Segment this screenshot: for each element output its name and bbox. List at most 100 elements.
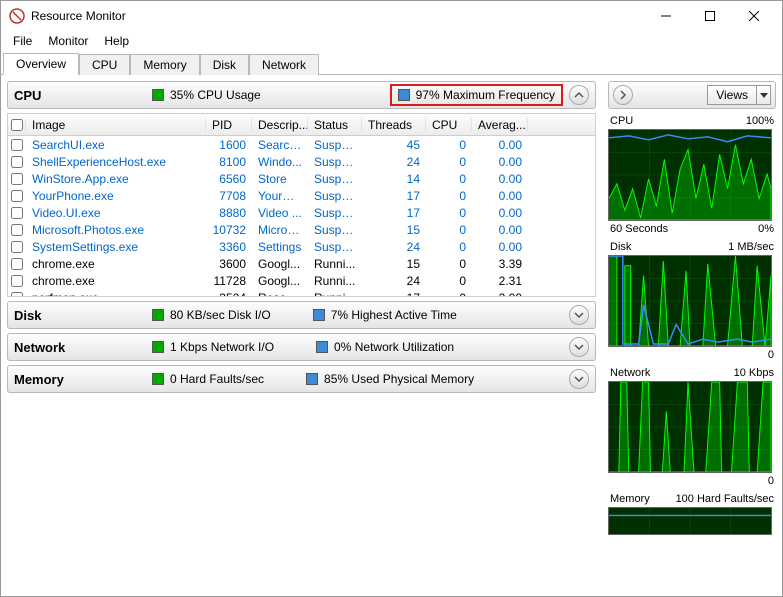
row-checkbox[interactable] (11, 292, 23, 297)
disk-expand-button[interactable] (569, 305, 589, 325)
cell-status: Suspe... (308, 189, 362, 203)
cell-desc: Windo... (252, 155, 308, 169)
row-checkbox[interactable] (11, 258, 23, 270)
col-cpu[interactable]: CPU (426, 118, 472, 132)
cell-status: Suspe... (308, 206, 362, 220)
maximize-button[interactable] (688, 2, 732, 30)
col-checkbox[interactable] (8, 119, 26, 131)
cell-avg: 0.00 (472, 240, 528, 254)
col-desc[interactable]: Descrip... (252, 118, 308, 132)
cpu-freq-swatch (398, 89, 410, 101)
views-button[interactable]: Views (707, 85, 757, 105)
cpu-freq-highlight: 97% Maximum Frequency (390, 84, 563, 106)
menu-monitor[interactable]: Monitor (40, 32, 96, 50)
cell-pid: 8880 (206, 206, 252, 220)
cell-desc: Googl... (252, 257, 308, 271)
cell-status: Suspe... (308, 223, 362, 237)
table-row[interactable]: ShellExperienceHost.exe8100Windo...Suspe… (8, 153, 595, 170)
table-row[interactable]: chrome.exe11728Googl...Runni...2402.31 (8, 272, 595, 289)
row-checkbox[interactable] (11, 275, 23, 287)
disk-active-text: 7% Highest Active Time (331, 308, 457, 322)
cell-threads: 15 (362, 257, 426, 271)
col-threads[interactable]: Threads (362, 118, 426, 132)
col-image[interactable]: Image (26, 118, 206, 132)
memory-section-bar[interactable]: Memory 0 Hard Faults/sec 85% Used Physic… (7, 365, 596, 393)
cell-cpu: 0 (426, 189, 472, 203)
graph-memory-title: Memory (610, 493, 650, 505)
graph-network-br: 0 (768, 475, 774, 487)
memory-used-text: 85% Used Physical Memory (324, 372, 474, 386)
col-pid[interactable]: PID (206, 118, 252, 132)
cell-status: Suspe... (308, 172, 362, 186)
network-section-title: Network (14, 340, 152, 355)
tab-overview[interactable]: Overview (3, 53, 79, 75)
row-checkbox[interactable] (11, 207, 23, 219)
window-title: Resource Monitor (31, 9, 644, 23)
table-row[interactable]: Microsoft.Photos.exe10732Micros...Suspe.… (8, 221, 595, 238)
cell-threads: 45 (362, 138, 426, 152)
table-row[interactable]: perfmon.exe3524Resou...Runni...1702.00 (8, 289, 595, 296)
col-avg[interactable]: Averag... (472, 118, 528, 132)
row-checkbox[interactable] (11, 139, 23, 151)
table-row[interactable]: SearchUI.exe1600Search ...Suspe...4500.0… (8, 136, 595, 153)
views-dropdown[interactable] (757, 85, 771, 105)
cell-cpu: 0 (426, 240, 472, 254)
cell-avg: 0.00 (472, 189, 528, 203)
cell-desc: Video ... (252, 206, 308, 220)
close-button[interactable] (732, 2, 776, 30)
cell-pid: 6560 (206, 172, 252, 186)
disk-io-text: 80 KB/sec Disk I/O (170, 308, 271, 322)
tab-network[interactable]: Network (249, 54, 319, 75)
cell-image: chrome.exe (26, 274, 206, 288)
menu-file[interactable]: File (5, 32, 40, 50)
table-row[interactable]: chrome.exe3600Googl...Runni...1503.39 (8, 255, 595, 272)
menu-help[interactable]: Help (96, 32, 137, 50)
disk-io-swatch (152, 309, 164, 321)
cell-desc: Store (252, 172, 308, 186)
row-checkbox[interactable] (11, 156, 23, 168)
cell-cpu: 0 (426, 172, 472, 186)
cpu-section-bar[interactable]: CPU 35% CPU Usage 97% Maximum Frequency (7, 81, 596, 109)
cpu-collapse-button[interactable] (569, 85, 589, 105)
table-row[interactable]: Video.UI.exe8880Video ...Suspe...1700.00 (8, 204, 595, 221)
col-status[interactable]: Status (308, 118, 362, 132)
network-section-bar[interactable]: Network 1 Kbps Network I/O 0% Network Ut… (7, 333, 596, 361)
cell-image: Microsoft.Photos.exe (26, 223, 206, 237)
tab-cpu[interactable]: CPU (79, 54, 130, 75)
network-util-text: 0% Network Utilization (334, 340, 454, 354)
tab-memory[interactable]: Memory (130, 54, 199, 75)
table-row[interactable]: YourPhone.exe7708YourPh...Suspe...1700.0… (8, 187, 595, 204)
header-checkbox[interactable] (11, 119, 23, 131)
graph-disk-right: 1 MB/sec (728, 241, 774, 253)
cell-status: Runni... (308, 291, 362, 297)
row-checkbox[interactable] (11, 190, 23, 202)
memory-faults-swatch (152, 373, 164, 385)
cell-pid: 3524 (206, 291, 252, 297)
right-collapse-button[interactable] (613, 85, 633, 105)
cell-image: YourPhone.exe (26, 189, 206, 203)
graph-memory-right: 100 Hard Faults/sec (676, 493, 774, 505)
table-row[interactable]: SystemSettings.exe3360SettingsSuspe...24… (8, 238, 595, 255)
cell-image: perfmon.exe (26, 291, 206, 297)
network-graph (608, 381, 772, 473)
row-checkbox[interactable] (11, 173, 23, 185)
minimize-button[interactable] (644, 2, 688, 30)
table-row[interactable]: WinStore.App.exe6560StoreSuspe...1400.00 (8, 170, 595, 187)
memory-faults-text: 0 Hard Faults/sec (170, 372, 264, 386)
cell-cpu: 0 (426, 291, 472, 297)
cell-cpu: 0 (426, 274, 472, 288)
disk-graph (608, 255, 772, 347)
network-io-swatch (152, 341, 164, 353)
network-expand-button[interactable] (569, 337, 589, 357)
app-icon (9, 8, 25, 24)
cell-avg: 2.31 (472, 274, 528, 288)
tab-strip: Overview CPU Memory Disk Network (1, 51, 782, 75)
tab-disk[interactable]: Disk (200, 54, 249, 75)
disk-section-bar[interactable]: Disk 80 KB/sec Disk I/O 7% Highest Activ… (7, 301, 596, 329)
cell-cpu: 0 (426, 257, 472, 271)
memory-expand-button[interactable] (569, 369, 589, 389)
chevron-right-icon (618, 90, 628, 100)
network-util-swatch (316, 341, 328, 353)
row-checkbox[interactable] (11, 224, 23, 236)
row-checkbox[interactable] (11, 241, 23, 253)
